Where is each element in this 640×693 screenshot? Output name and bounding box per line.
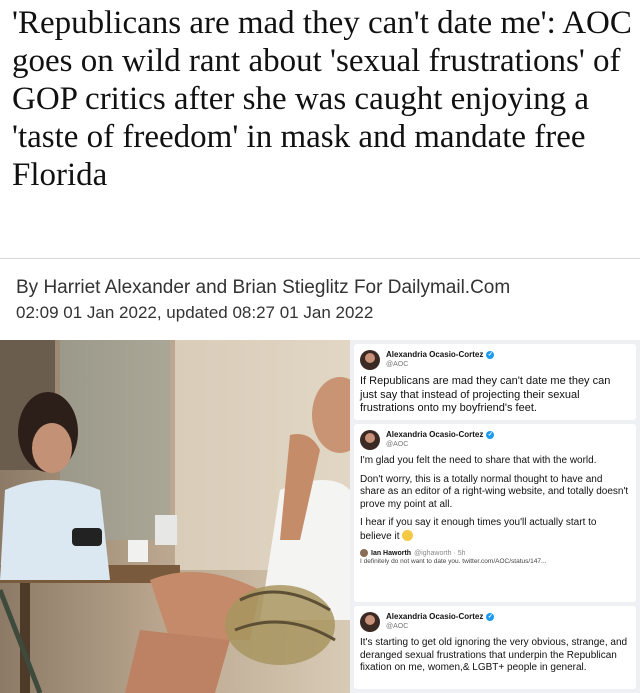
- tweets-panel: Alexandria Ocasio-Cortez ✓ @AOC If Republ…: [350, 340, 640, 693]
- tweet-header: Alexandria Ocasio-Cortez ✓ @AOC: [360, 428, 630, 452]
- verified-badge-icon: ✓: [486, 431, 495, 439]
- dateline: 02:09 01 Jan 2022, updated 08:27 01 Jan …: [16, 303, 374, 322]
- quoted-author-name: Ian Haworth: [371, 549, 412, 557]
- author-handle: @AOC: [386, 361, 409, 368]
- photo-illustration: [0, 340, 350, 693]
- avatar: [360, 350, 380, 370]
- verified-badge-icon: ✓: [486, 351, 495, 359]
- article-photo: [0, 340, 350, 693]
- tweet-header: Alexandria Ocasio-Cortez ✓ @AOC: [360, 610, 630, 634]
- avatar: [360, 430, 380, 450]
- tweet-text: If Republicans are mad they can't date m…: [360, 375, 611, 414]
- tweet-2: Alexandria Ocasio-Cortez ✓ @AOC I'm glad …: [354, 424, 636, 602]
- quoted-tweet-text: I definitely do not want to date you. tw…: [360, 558, 547, 565]
- author-handle: @AOC: [386, 623, 409, 630]
- verified-badge-icon: ✓: [486, 613, 495, 621]
- tweet-paragraph: I hear if you say it enough times you'll…: [360, 517, 597, 542]
- grimacing-face-emoji: [402, 529, 414, 541]
- headline: 'Republicans are mad they can't date me'…: [12, 5, 632, 193]
- byline: By Harriet Alexander and Brian Stieglitz…: [16, 277, 511, 298]
- author-name: Alexandria Ocasio-Cortez: [386, 350, 484, 359]
- divider: [0, 258, 640, 259]
- author-name: Alexandria Ocasio-Cortez: [386, 612, 484, 621]
- author-name: Alexandria Ocasio-Cortez: [386, 430, 484, 439]
- avatar: [360, 549, 368, 557]
- quoted-author-handle: @ighaworth · 5h: [414, 549, 466, 557]
- tweet-paragraph: Don't worry, this is a totally normal th…: [360, 473, 629, 510]
- quoted-tweet-header: Ian Haworth @ighaworth · 5h: [360, 549, 630, 557]
- tweet-paragraph: I'm glad you felt the need to share that…: [360, 455, 597, 466]
- author-handle: @AOC: [386, 441, 409, 448]
- tweet-1: Alexandria Ocasio-Cortez ✓ @AOC If Republ…: [354, 344, 636, 420]
- tweet-3: Alexandria Ocasio-Cortez ✓ @AOC It's star…: [354, 606, 636, 689]
- avatar: [360, 612, 380, 632]
- tweet-header: Alexandria Ocasio-Cortez ✓ @AOC: [360, 348, 630, 372]
- tweet-text: It's starting to get old ignoring the ve…: [360, 637, 628, 673]
